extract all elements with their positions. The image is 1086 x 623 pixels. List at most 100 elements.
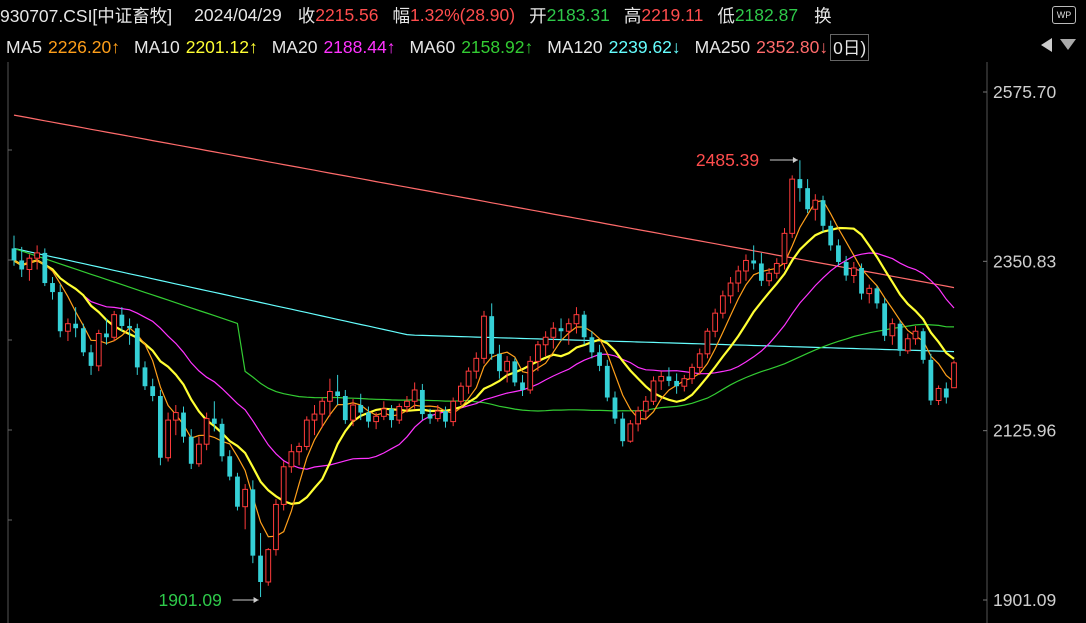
candle-body: [203, 418, 210, 445]
candle: [50, 277, 55, 300]
candle-body: [719, 295, 726, 314]
candle-body: [443, 411, 448, 422]
candle: [172, 405, 179, 436]
candle: [912, 325, 919, 345]
candle-body: [951, 362, 957, 389]
candle: [889, 318, 896, 345]
candle: [489, 303, 495, 360]
index-code[interactable]: 930707.CSI[中证畜牧]: [0, 3, 172, 28]
candle-body: [797, 179, 803, 189]
collapse-left-icon[interactable]: [1041, 38, 1052, 52]
candle-body: [219, 423, 225, 457]
ma5-line: [13, 199, 955, 538]
candle: [465, 367, 472, 394]
candle-body: [681, 378, 688, 387]
candle-body: [88, 352, 94, 366]
candle-body: [497, 353, 502, 372]
candle-body: [188, 436, 194, 464]
candle-body: [581, 314, 587, 338]
candle: [751, 245, 757, 270]
candle-body: [542, 336, 549, 346]
candle: [512, 358, 518, 387]
candle-body: [612, 397, 618, 419]
candle: [497, 344, 502, 379]
candle-body: [350, 404, 356, 421]
low-label: 低: [717, 5, 735, 26]
ma20-label: MA20: [271, 36, 318, 57]
period-label[interactable]: 0日): [830, 33, 870, 61]
candle-body: [142, 367, 148, 387]
close-value: 2215.56: [315, 4, 379, 25]
ma10-value: 2201.12↑: [185, 36, 258, 57]
candle: [342, 389, 348, 424]
candle-body: [327, 390, 333, 402]
candle: [119, 307, 125, 332]
candle-body: [751, 260, 757, 264]
candle-body: [311, 413, 318, 421]
candle: [473, 352, 480, 379]
candle-body: [828, 225, 834, 246]
candle: [850, 261, 857, 284]
candle-body: [558, 328, 564, 332]
candle-body: [150, 386, 156, 396]
wp-icon[interactable]: WP: [1052, 6, 1076, 24]
open-value: 2183.31: [546, 4, 610, 25]
candle-body: [373, 415, 380, 423]
y-tick-label: 2125.96: [993, 421, 1056, 441]
candle: [797, 160, 803, 202]
high-value: 2219.11: [641, 4, 704, 25]
candle-body: [181, 412, 186, 437]
candle-body: [396, 406, 403, 421]
candle-body: [95, 332, 102, 367]
candle-body: [158, 395, 163, 458]
candle: [88, 344, 94, 375]
candle-body: [773, 262, 780, 274]
candle-body: [882, 303, 888, 336]
change-value: 1.32%(28.90): [410, 4, 516, 25]
candle-body: [689, 366, 695, 380]
candle: [273, 499, 279, 556]
candle: [674, 373, 680, 394]
candle-body: [489, 316, 495, 354]
high-label: 高: [623, 5, 642, 26]
candle-body: [597, 352, 602, 366]
candle: [335, 374, 340, 406]
candle: [504, 356, 511, 383]
candle: [781, 228, 788, 270]
candle: [805, 179, 810, 214]
candle-body: [265, 549, 272, 583]
candle-body: [920, 331, 926, 360]
candle-body: [57, 292, 63, 332]
y-tick-label: 2350.83: [993, 251, 1056, 271]
candle: [743, 254, 749, 281]
candle-body: [520, 382, 525, 390]
candle: [597, 344, 602, 372]
candle-body: [288, 451, 295, 468]
quote-header: 930707.CSI[中证畜牧] 2024/04/29 收 2215.56 幅 …: [0, 0, 1086, 30]
candlestick-chart[interactable]: 2575.70 2350.83 2125.96 1901.09 2485.39 1901…: [0, 62, 1086, 623]
candle-body: [319, 400, 326, 415]
ma10-label: MA10: [134, 36, 180, 57]
candle: [327, 378, 333, 417]
candle: [812, 194, 819, 221]
candle: [650, 376, 657, 406]
candle-body: [743, 259, 749, 272]
chevron-down-icon[interactable]: [1060, 39, 1076, 50]
close-label: 收: [297, 5, 316, 26]
change-label: 幅: [392, 5, 411, 26]
candle-body: [758, 263, 764, 281]
candle: [411, 382, 418, 409]
candle-body: [859, 267, 864, 294]
candle-body: [34, 252, 41, 259]
candle-body: [565, 323, 572, 332]
candle-body: [358, 405, 364, 413]
candle-body: [127, 325, 132, 329]
candle: [150, 378, 156, 402]
candle: [943, 382, 949, 404]
candle-body: [843, 261, 849, 276]
candle: [612, 391, 618, 424]
candle-body: [704, 330, 711, 355]
candle-body: [874, 288, 880, 304]
candle: [419, 383, 425, 421]
candle: [242, 484, 249, 530]
